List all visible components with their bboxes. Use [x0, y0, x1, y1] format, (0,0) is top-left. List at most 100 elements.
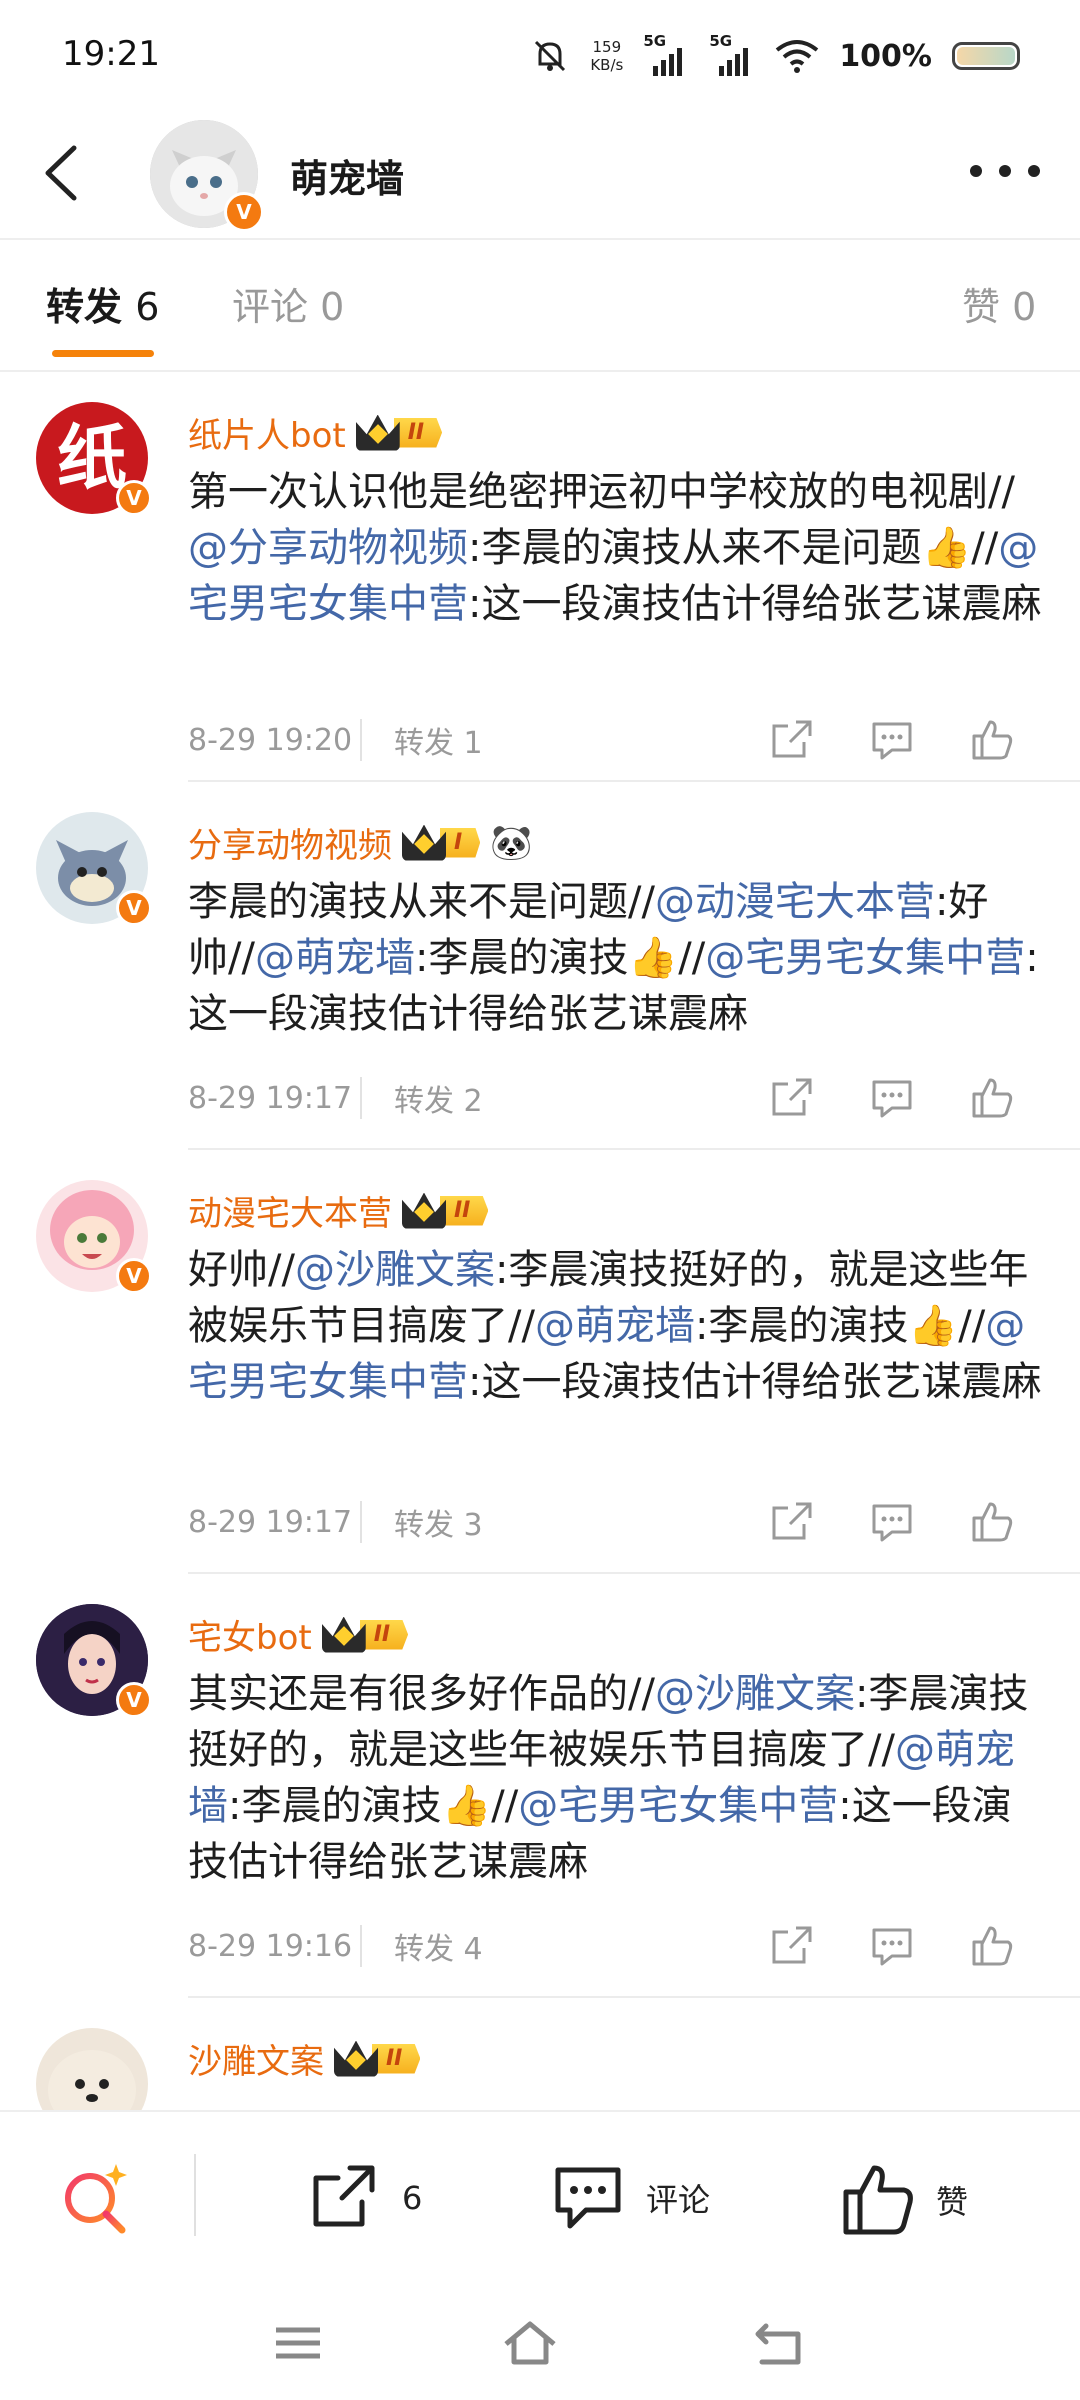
mention-link[interactable]: @宅男宅女集中营 [518, 1783, 838, 1829]
verified-badge: V [116, 480, 152, 516]
repost-meta: 8-29 19:17 转发 3 [188, 1492, 1048, 1552]
battery-icon [952, 42, 1020, 70]
member-level: II [393, 417, 443, 448]
text-span: :李晨的演技👍// [694, 1303, 986, 1349]
user-avatar[interactable]: V [36, 1180, 152, 1294]
panda-icon: 🐼 [490, 822, 533, 863]
status-time: 19:21 [62, 34, 160, 74]
share-icon[interactable] [766, 716, 818, 764]
back-arrow-icon[interactable] [34, 140, 94, 206]
user-avatar[interactable]: 纸 V [36, 402, 152, 516]
tab-comment[interactable]: 评论 0 [232, 276, 344, 331]
search-sparkle-icon[interactable] [58, 2160, 132, 2234]
verified-badge: V [116, 890, 152, 926]
repost-actions [766, 716, 1018, 764]
member-level: II [359, 1619, 409, 1650]
account-avatar[interactable]: V [150, 120, 264, 232]
bottom-divider [194, 2154, 196, 2236]
comment-bubble-icon [555, 2167, 621, 2229]
forward-count-label[interactable]: 转发 1 [394, 718, 483, 762]
mention-link[interactable]: @宅男宅女集中营 [705, 935, 1025, 981]
meta-divider [360, 1501, 362, 1543]
user-avatar[interactable]: V [36, 812, 152, 926]
member-crown-icon: II [355, 413, 443, 453]
repost-actions [766, 1498, 1018, 1546]
user-name[interactable]: 纸片人bot [188, 408, 346, 457]
user-name-row: 沙雕文案 II [188, 2034, 421, 2083]
mute-bell-icon [535, 40, 566, 72]
bottom-action-bar: 6 评论 赞 [0, 2110, 1080, 2282]
member-level: I [440, 827, 481, 858]
like-icon[interactable] [966, 1922, 1018, 1970]
page-title: 萌宠墙 [290, 157, 405, 201]
tab-bar: 转发 6 评论 0 赞 0 [0, 240, 1080, 372]
signal-5g-icon-1: 5G [643, 32, 689, 76]
comment-button[interactable]: 评论 [550, 2162, 710, 2234]
mention-link[interactable]: @沙雕文案 [655, 1671, 855, 1717]
text-span: 第一次认识他是绝密押运初中学校放的电视剧// [188, 469, 1015, 515]
repost-item[interactable]: V 宅女bot II 其实还是有很多好作品的//@沙雕文案:李晨演技挺好的，就是… [0, 1574, 1080, 1998]
user-name[interactable]: 分享动物视频 [188, 818, 392, 867]
mention-link[interactable]: @沙雕文案 [295, 1247, 495, 1293]
comment-icon[interactable] [866, 1074, 918, 1122]
wifi-icon [776, 40, 819, 73]
user-avatar[interactable]: V [36, 1604, 152, 1718]
mention-link[interactable]: @分享动物视频 [188, 525, 468, 571]
text-span: :这一段演技估计得给张艺谋震麻 [468, 581, 1042, 627]
repost-meta: 8-29 19:16 转发 4 [188, 1916, 1048, 1976]
member-crown-icon: II [334, 2039, 421, 2079]
forward-count: 6 [402, 2179, 423, 2217]
user-name[interactable]: 动漫宅大本营 [188, 1186, 392, 1235]
user-name-row: 分享动物视频 I 🐼 [188, 818, 533, 867]
tab-like[interactable]: 赞 0 [962, 276, 1036, 331]
text-span: :李晨的演技从来不是问题👍// [468, 525, 999, 571]
repost-text: 第一次认识他是绝密押运初中学校放的电视剧// @分享动物视频:李晨的演技从来不是问… [188, 464, 1048, 632]
tab-forward[interactable]: 转发 6 [46, 276, 159, 331]
more-options-icon[interactable] [970, 156, 1040, 186]
forward-count-label[interactable]: 转发 3 [394, 1500, 483, 1544]
tab-forward-count: 6 [135, 285, 160, 329]
back-icon[interactable] [752, 2318, 808, 2368]
text-span: 好帅// [188, 1247, 295, 1293]
like-button[interactable]: 赞 [840, 2162, 968, 2238]
user-name-row: 动漫宅大本营 II [188, 1186, 489, 1235]
home-icon[interactable] [502, 2318, 558, 2368]
thumbs-up-icon [843, 2165, 913, 2235]
top-header: V 萌宠墙 [0, 110, 1080, 240]
share-icon[interactable] [766, 1498, 818, 1546]
menu-icon[interactable] [270, 2318, 326, 2368]
user-name-row: 纸片人bot II [188, 408, 443, 457]
repost-time: 8-29 19:16 [188, 1928, 353, 1964]
repost-actions [766, 1922, 1018, 1970]
user-name[interactable]: 宅女bot [188, 1610, 312, 1659]
comment-icon[interactable] [866, 1498, 918, 1546]
like-icon[interactable] [966, 716, 1018, 764]
repost-item[interactable]: V 分享动物视频 I 🐼 李晨的演技从来不是问题//@动漫宅大本营:好帅//@萌… [0, 782, 1080, 1150]
repost-item[interactable]: V 动漫宅大本营 II 好帅//@沙雕文案:李晨演技挺好的，就是这些年被娱乐节目… [0, 1150, 1080, 1574]
like-icon[interactable] [966, 1498, 1018, 1546]
repost-item[interactable]: 纸 V 纸片人bot II 第一次认识他是绝密押运初中学校放的电视剧// @分享动… [0, 372, 1080, 782]
text-span: 其实还是有很多好作品的// [188, 1671, 655, 1717]
share-icon[interactable] [766, 1922, 818, 1970]
comment-icon[interactable] [866, 1922, 918, 1970]
text-span: :李晨的演技👍// [414, 935, 706, 981]
share-icon[interactable] [766, 1074, 818, 1122]
member-crown-icon: II [402, 1191, 489, 1231]
forward-button[interactable]: 6 [306, 2162, 422, 2234]
meta-divider [360, 1925, 362, 1967]
mention-link[interactable]: @萌宠墙 [535, 1303, 695, 1349]
like-icon[interactable] [966, 1074, 1018, 1122]
verified-badge: V [224, 192, 264, 232]
forward-count-label[interactable]: 转发 2 [394, 1076, 483, 1120]
meta-divider [360, 1077, 362, 1119]
forward-icon [313, 2165, 375, 2227]
tab-forward-label: 转发 [46, 285, 123, 329]
speed-unit: KB/s [590, 56, 624, 74]
mention-link[interactable]: @萌宠墙 [255, 935, 415, 981]
status-bar: 19:21 159 KB/s 5G 5G 100% [0, 0, 1080, 110]
mention-link[interactable]: @动漫宅大本营 [655, 879, 935, 925]
user-name[interactable]: 沙雕文案 [188, 2034, 324, 2083]
forward-count-label[interactable]: 转发 4 [394, 1924, 483, 1968]
comment-icon[interactable] [866, 716, 918, 764]
repost-text: 好帅//@沙雕文案:李晨演技挺好的，就是这些年被娱乐节目搞废了//@萌宠墙:李晨… [188, 1242, 1048, 1410]
